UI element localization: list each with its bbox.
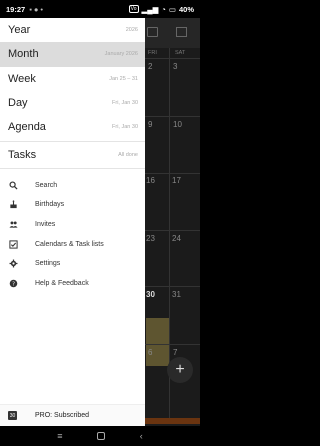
week-divider [145,344,200,345]
status-right: Vo ▂▄▆ ◔ ▭ 40% [128,4,194,14]
view-label: Tasks [8,149,37,162]
view-subtitle: January 2026 [104,51,138,58]
date-cell[interactable]: 23 [146,234,155,243]
drawer-item-invites[interactable]: Invites [0,215,145,235]
drawer-item-day[interactable]: Day Fri, Jan 30 [0,91,145,115]
menu-label: Search [35,181,58,189]
recents-icon[interactable]: ≡ [57,431,62,441]
drawer-item-month[interactable]: Month January 2026 [0,42,145,67]
week-divider [145,173,200,174]
drawer-menu: Search Birthdays Invites Calendars & Tas… [0,171,145,293]
date-cell[interactable]: 17 [172,176,181,185]
app-notification-icon: ● [33,4,39,14]
checklist-icon [8,239,18,249]
view-label: Agenda [8,121,46,134]
navigation-drawer: Year 2026 Month January 2026 Week Jan 25… [0,18,145,426]
drawer-item-week[interactable]: Week Jan 25 – 31 [0,67,145,91]
calendar-app-icon: 30 [8,411,17,420]
view-subtitle: 2026 [125,27,138,34]
drawer-item-agenda[interactable]: Agenda Fri, Jan 30 [0,115,145,139]
drawer-divider [0,141,145,143]
day-header-fri: FRI [148,50,157,56]
date-cell[interactable]: 3 [173,62,177,71]
drawer-item-settings[interactable]: Settings [0,254,145,274]
view-subtitle: Jan 25 – 31 [109,75,138,82]
date-cell[interactable]: 7 [173,348,177,357]
people-icon [8,219,18,229]
drawer-spacer [0,293,145,404]
menu-label: Birthdays [35,201,65,209]
plus-icon: + [175,361,185,378]
notification-dot-icon: ▪ [29,4,32,14]
view-label: Year [8,24,31,37]
gear-icon [8,259,18,269]
date-cell-today[interactable]: 30 [146,290,155,299]
view-label: Day [8,97,28,110]
more-notifications-icon: • [40,4,44,14]
drawer-item-year[interactable]: Year 2026 [0,18,145,42]
cake-icon [8,200,18,210]
day-header-sat: SAT [175,50,186,56]
notification-icons: ▪ ● • [29,5,43,14]
svg-text:?: ? [12,281,15,287]
battery-icon: ▭ [168,4,176,14]
view-subtitle: Fri, Jan 30 [112,100,138,107]
today-icon[interactable] [147,27,158,37]
week-divider [145,116,200,117]
drawer-item-tasks[interactable]: Tasks All done [0,144,145,166]
back-icon[interactable]: ‹ [140,431,143,441]
drawer-item-pro[interactable]: 30 PRO: Subscribed [0,404,145,426]
date-cell[interactable]: 24 [172,234,181,243]
date-cell[interactable]: 6 [148,348,152,357]
battery-percent: 40% [178,4,194,14]
add-event-button[interactable]: + [167,357,193,383]
drawer-item-birthdays[interactable]: Birthdays [0,195,145,215]
wifi-icon: ◔ [161,4,166,14]
drawer-item-search[interactable]: Search [0,175,145,195]
view-label: Month [8,48,39,61]
volte-icon: Vo [128,5,139,13]
view-subtitle: All done [118,152,138,159]
help-icon: ? [8,278,18,288]
menu-label: Help & Feedback [35,279,89,287]
date-cell[interactable]: 10 [173,120,182,129]
date-cell[interactable]: 9 [148,120,152,129]
date-cell[interactable]: 31 [172,290,181,299]
date-cell[interactable]: 16 [146,176,155,185]
home-icon[interactable] [97,432,106,440]
drawer-item-calendars-tasklists[interactable]: Calendars & Task lists [0,234,145,254]
drawer-item-help-feedback[interactable]: ? Help & Feedback [0,273,145,293]
menu-label: Invites [35,220,56,228]
drawer-divider [0,168,145,170]
view-switch-icon[interactable] [176,27,187,37]
pro-status-label: PRO: Subscribed [35,412,90,419]
bottom-accent-strip [145,418,200,424]
menu-label: Settings [35,260,61,268]
week-divider [145,230,200,231]
date-cell[interactable]: 2 [148,62,152,71]
week-divider [145,58,200,59]
system-navigation-bar: ≡ ‹ [0,426,200,446]
search-icon [8,180,18,190]
status-bar: 19:27 ▪ ● • Vo ▂▄▆ ◔ ▭ 40% [0,0,200,18]
status-time: 19:27 [6,4,26,14]
week-divider [145,286,200,287]
event-block[interactable] [146,318,169,366]
signal-icon: ▂▄▆ [141,4,159,14]
view-subtitle: Fri, Jan 30 [112,124,138,131]
view-label: Week [8,72,36,85]
menu-label: Calendars & Task lists [35,240,104,248]
